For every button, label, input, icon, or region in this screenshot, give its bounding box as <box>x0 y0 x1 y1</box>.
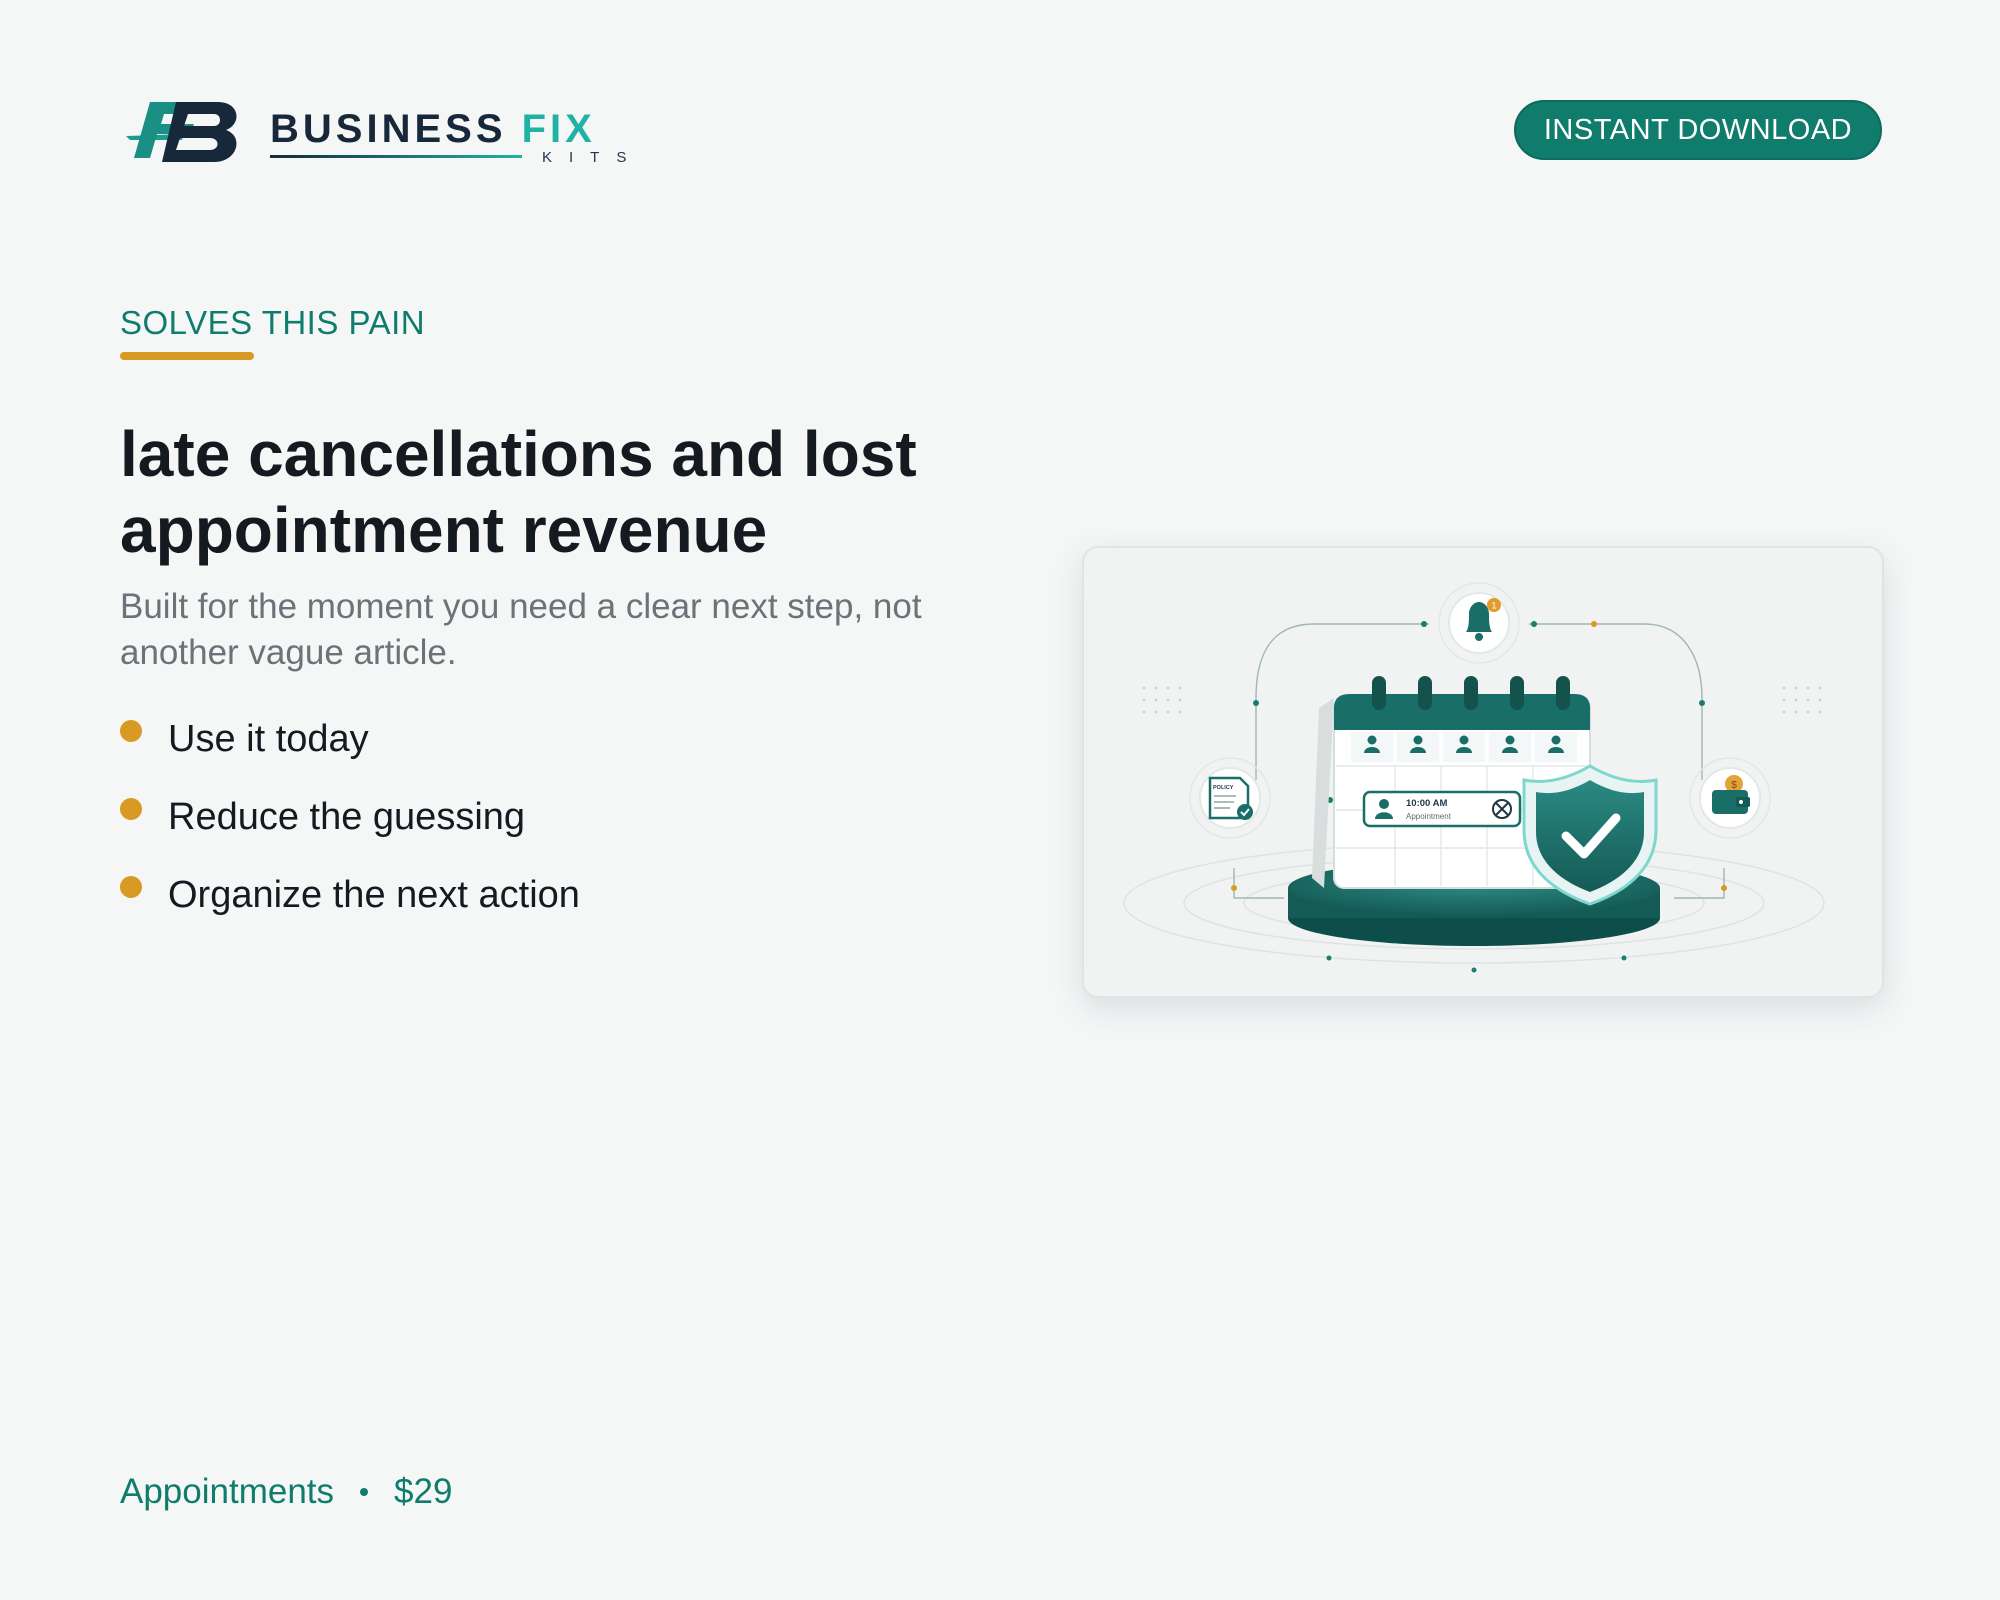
logo-mark-icon <box>126 102 237 162</box>
bell-badge: 1 <box>1491 601 1496 611</box>
coin-symbol: $ <box>1731 780 1737 791</box>
hero-illustration: 10:00 AM Appointment 1 POLICY $ <box>1082 546 1884 998</box>
list-item: Organize the next action <box>120 856 580 934</box>
policy-label: POLICY <box>1213 785 1234 791</box>
benefit-list: Use it today Reduce the guessing Organiz… <box>120 700 580 934</box>
appointment-time: 10:00 AM <box>1406 798 1447 809</box>
brand-logo[interactable]: BUSINESS FIX KITS <box>124 96 640 168</box>
eyebrow-label: SOLVES THIS PAIN <box>120 304 426 341</box>
brand-underline <box>270 155 522 158</box>
appointment-card: 10:00 AM Appointment <box>1362 790 1522 828</box>
wallet-icon: $ <box>1689 757 1771 839</box>
eyebrow-underline <box>120 352 254 360</box>
list-item: Reduce the guessing <box>120 778 580 856</box>
list-item: Use it today <box>120 700 580 778</box>
brand-word-accent: FIX <box>521 107 596 151</box>
page-title: late cancellations and lost appointment … <box>120 418 917 566</box>
page-subtitle: Built for the moment you need a clear ne… <box>120 587 922 672</box>
product-meta: Appointments $29 <box>120 1472 452 1512</box>
list-item-label: Organize the next action <box>168 873 580 916</box>
list-item-label: Use it today <box>168 717 369 760</box>
category-label: Appointments <box>120 1472 335 1511</box>
separator-dot-icon <box>360 1488 369 1496</box>
appointment-label: Appointment <box>1406 812 1452 821</box>
appointment-illustration-icon: 10:00 AM Appointment 1 POLICY $ <box>1123 582 1825 973</box>
brand-word-primary: BUSINESS <box>270 107 507 151</box>
list-item-label: Reduce the guessing <box>168 795 526 838</box>
policy-document-icon: POLICY <box>1189 757 1271 839</box>
bullet-dot-icon <box>120 798 142 820</box>
instant-download-button[interactable]: INSTANT DOWNLOAD <box>1514 100 1882 160</box>
bell-icon: 1 <box>1438 582 1520 664</box>
brand-wordmark: BUSINESS FIX KITS <box>270 97 640 167</box>
price-label: $29 <box>394 1472 453 1511</box>
brand-sub: KITS <box>542 149 644 166</box>
bullet-dot-icon <box>120 876 142 898</box>
bullet-dot-icon <box>120 720 142 742</box>
